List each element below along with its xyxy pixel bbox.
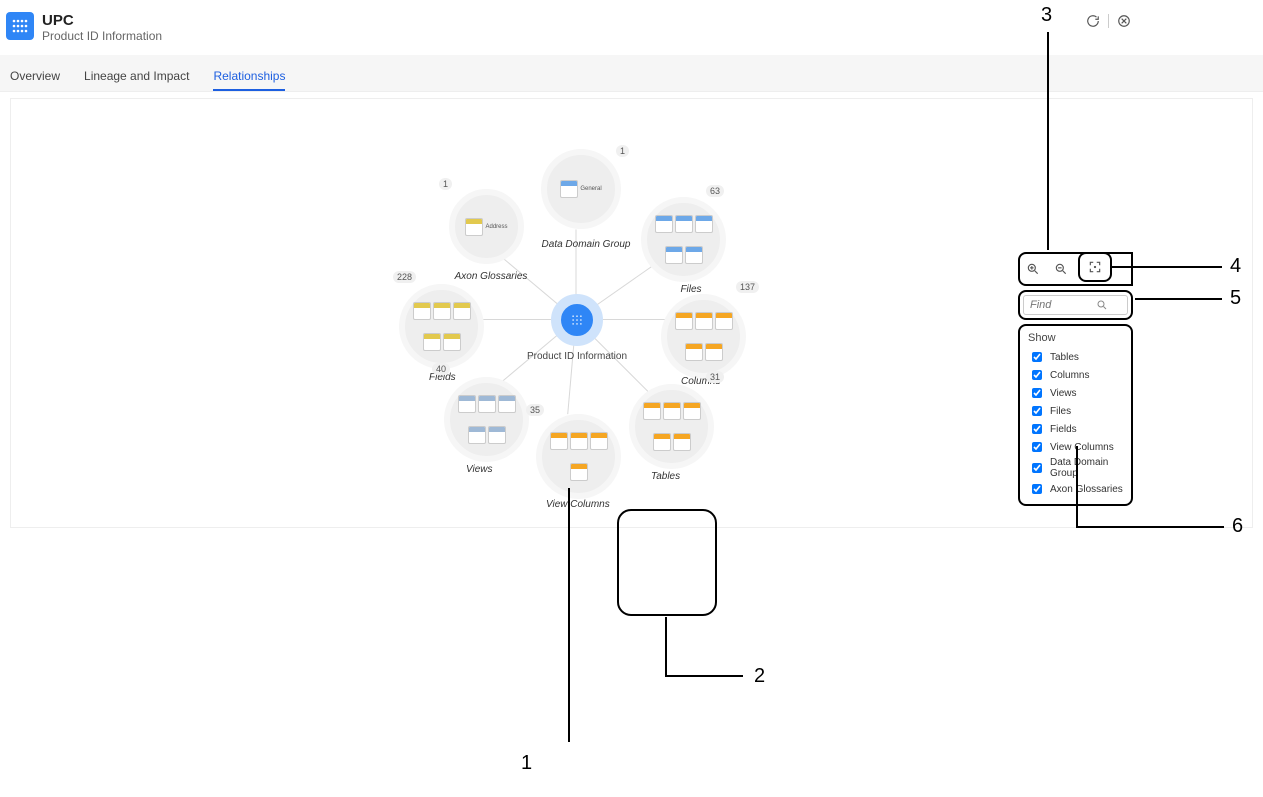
- tab-relationships[interactable]: Relationships: [213, 63, 285, 91]
- annotation-line-2h: [665, 675, 743, 677]
- page-header: UPC Product ID Information: [0, 0, 1263, 55]
- cluster-data-domain-group[interactable]: General: [541, 149, 621, 229]
- annotation-line-5: [1135, 298, 1222, 300]
- annotation-line-6h: [1076, 526, 1224, 528]
- asset-title: UPC: [42, 12, 162, 29]
- cluster-tables[interactable]: [629, 384, 714, 469]
- tab-overview[interactable]: Overview: [10, 63, 60, 91]
- filter-tables[interactable]: Tables: [1028, 348, 1123, 366]
- badge-columns: 137: [736, 281, 759, 293]
- cluster-columns[interactable]: [661, 294, 746, 379]
- annotation-label-3: 3: [1041, 4, 1052, 27]
- label-files: Files: [661, 284, 721, 295]
- annotation-line-3: [1047, 32, 1049, 250]
- label-axon-glossaries: Axon Glossaries: [446, 271, 536, 282]
- label-data-domain-group: Data Domain Group: [541, 239, 631, 250]
- annotation-label-2: 2: [754, 665, 765, 688]
- annotation-line-4: [1110, 266, 1222, 268]
- center-node-label: Product ID Information: [517, 351, 637, 362]
- annotation-line-1: [568, 488, 570, 742]
- filter-views[interactable]: Views: [1028, 384, 1123, 402]
- badge-tables: 31: [706, 371, 724, 383]
- find-input[interactable]: [1028, 298, 1092, 312]
- badge-files: 63: [706, 185, 724, 197]
- badge-fields: 228: [393, 271, 416, 283]
- label-tables: Tables: [651, 471, 701, 482]
- find-wrap: [1018, 290, 1133, 320]
- asset-subtitle: Product ID Information: [42, 29, 162, 43]
- filter-files[interactable]: Files: [1028, 402, 1123, 420]
- cluster-files[interactable]: [641, 197, 726, 282]
- zoom-tool-group: [1018, 252, 1133, 286]
- close-icon[interactable]: [1115, 12, 1133, 30]
- badge-views: 40: [432, 363, 450, 375]
- filter-fields[interactable]: Fields: [1028, 420, 1123, 438]
- annotation-line-6v: [1076, 446, 1078, 526]
- cluster-view-columns[interactable]: [536, 414, 621, 499]
- badge-data-domain-group: 1: [616, 145, 629, 157]
- app-icon: [6, 12, 34, 40]
- annotation-label-5: 5: [1230, 287, 1241, 310]
- zoom-out-icon[interactable]: [1052, 260, 1070, 278]
- search-icon[interactable]: [1096, 299, 1108, 311]
- badge-axon-glossaries: 1: [439, 178, 452, 190]
- annotation-box-2: [617, 509, 717, 616]
- fit-tool-group: [1078, 252, 1112, 282]
- filter-columns[interactable]: Columns: [1028, 366, 1123, 384]
- tab-bar: Overview Lineage and Impact Relationship…: [0, 55, 1263, 92]
- fit-to-screen-icon[interactable]: [1086, 258, 1104, 276]
- tab-lineage[interactable]: Lineage and Impact: [84, 63, 189, 91]
- annotation-label-1: 1: [521, 752, 532, 775]
- cluster-fields[interactable]: [399, 284, 484, 369]
- zoom-in-icon[interactable]: [1024, 260, 1042, 278]
- label-views: Views: [466, 464, 516, 475]
- header-actions: [1084, 12, 1133, 30]
- badge-view-columns: 35: [526, 404, 544, 416]
- find-box[interactable]: [1023, 295, 1128, 315]
- label-view-columns: View Columns: [546, 499, 626, 510]
- cluster-axon-glossaries[interactable]: Address: [449, 189, 524, 264]
- separator: [1108, 14, 1109, 28]
- refresh-icon[interactable]: [1084, 12, 1102, 30]
- center-node[interactable]: [551, 294, 603, 346]
- cluster-views[interactable]: [444, 377, 529, 462]
- annotation-line-2v: [665, 617, 667, 675]
- annotation-label-6: 6: [1232, 515, 1243, 538]
- filter-heading: Show: [1028, 332, 1123, 344]
- annotation-label-4: 4: [1230, 255, 1241, 278]
